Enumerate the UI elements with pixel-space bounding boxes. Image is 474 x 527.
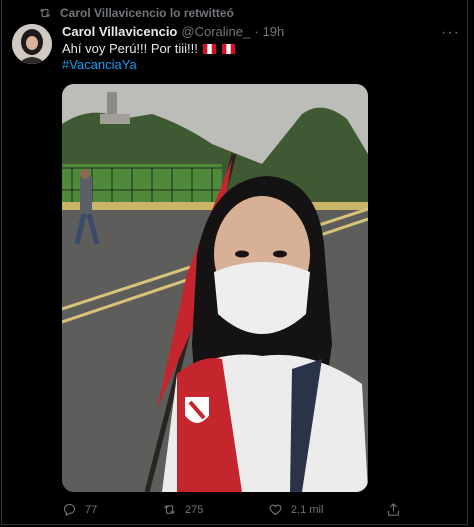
author-name[interactable]: Carol Villavicencio [62, 24, 177, 39]
retweet-count: 275 [185, 503, 204, 516]
peru-flag-icon [222, 44, 236, 54]
retweet-context: Carol Villavicencio lo retwitteó [38, 6, 234, 20]
retweet-label[interactable]: Carol Villavicencio lo retwitteó [60, 6, 234, 20]
peru-flag-icon [203, 44, 217, 54]
share-button[interactable] [386, 502, 401, 517]
avatar[interactable] [12, 24, 52, 64]
share-icon [387, 503, 400, 516]
tweet-text: Ahí voy Perú!!! Por tiii!!! #VacanciaYa [62, 41, 452, 73]
tweet-actions: 77 275 2,1 mil [0, 500, 474, 522]
reply-icon [63, 503, 76, 517]
more-options-icon[interactable]: ··· [441, 24, 460, 42]
tweet-time[interactable]: 19h [263, 24, 285, 39]
reply-count: 77 [85, 503, 98, 516]
like-count: 2,1 mil [291, 503, 324, 516]
tweet-body: Ahí voy Perú!!! Por tiii!!! [62, 41, 198, 56]
tweet-photo[interactable] [62, 84, 368, 492]
retweet-icon [164, 504, 175, 515]
reply-button[interactable]: 77 [62, 502, 97, 517]
like-button[interactable]: 2,1 mil [268, 502, 323, 517]
author-handle[interactable]: @Coraline_ [181, 24, 250, 39]
tweet-header: Carol Villavicencio @Coraline_ · 19h [62, 24, 284, 39]
separator: · [254, 24, 259, 39]
heart-icon [269, 504, 282, 516]
retweet-icon [39, 8, 51, 18]
retweet-button[interactable]: 275 [162, 502, 203, 517]
hashtag-link[interactable]: #VacanciaYa [62, 57, 452, 73]
